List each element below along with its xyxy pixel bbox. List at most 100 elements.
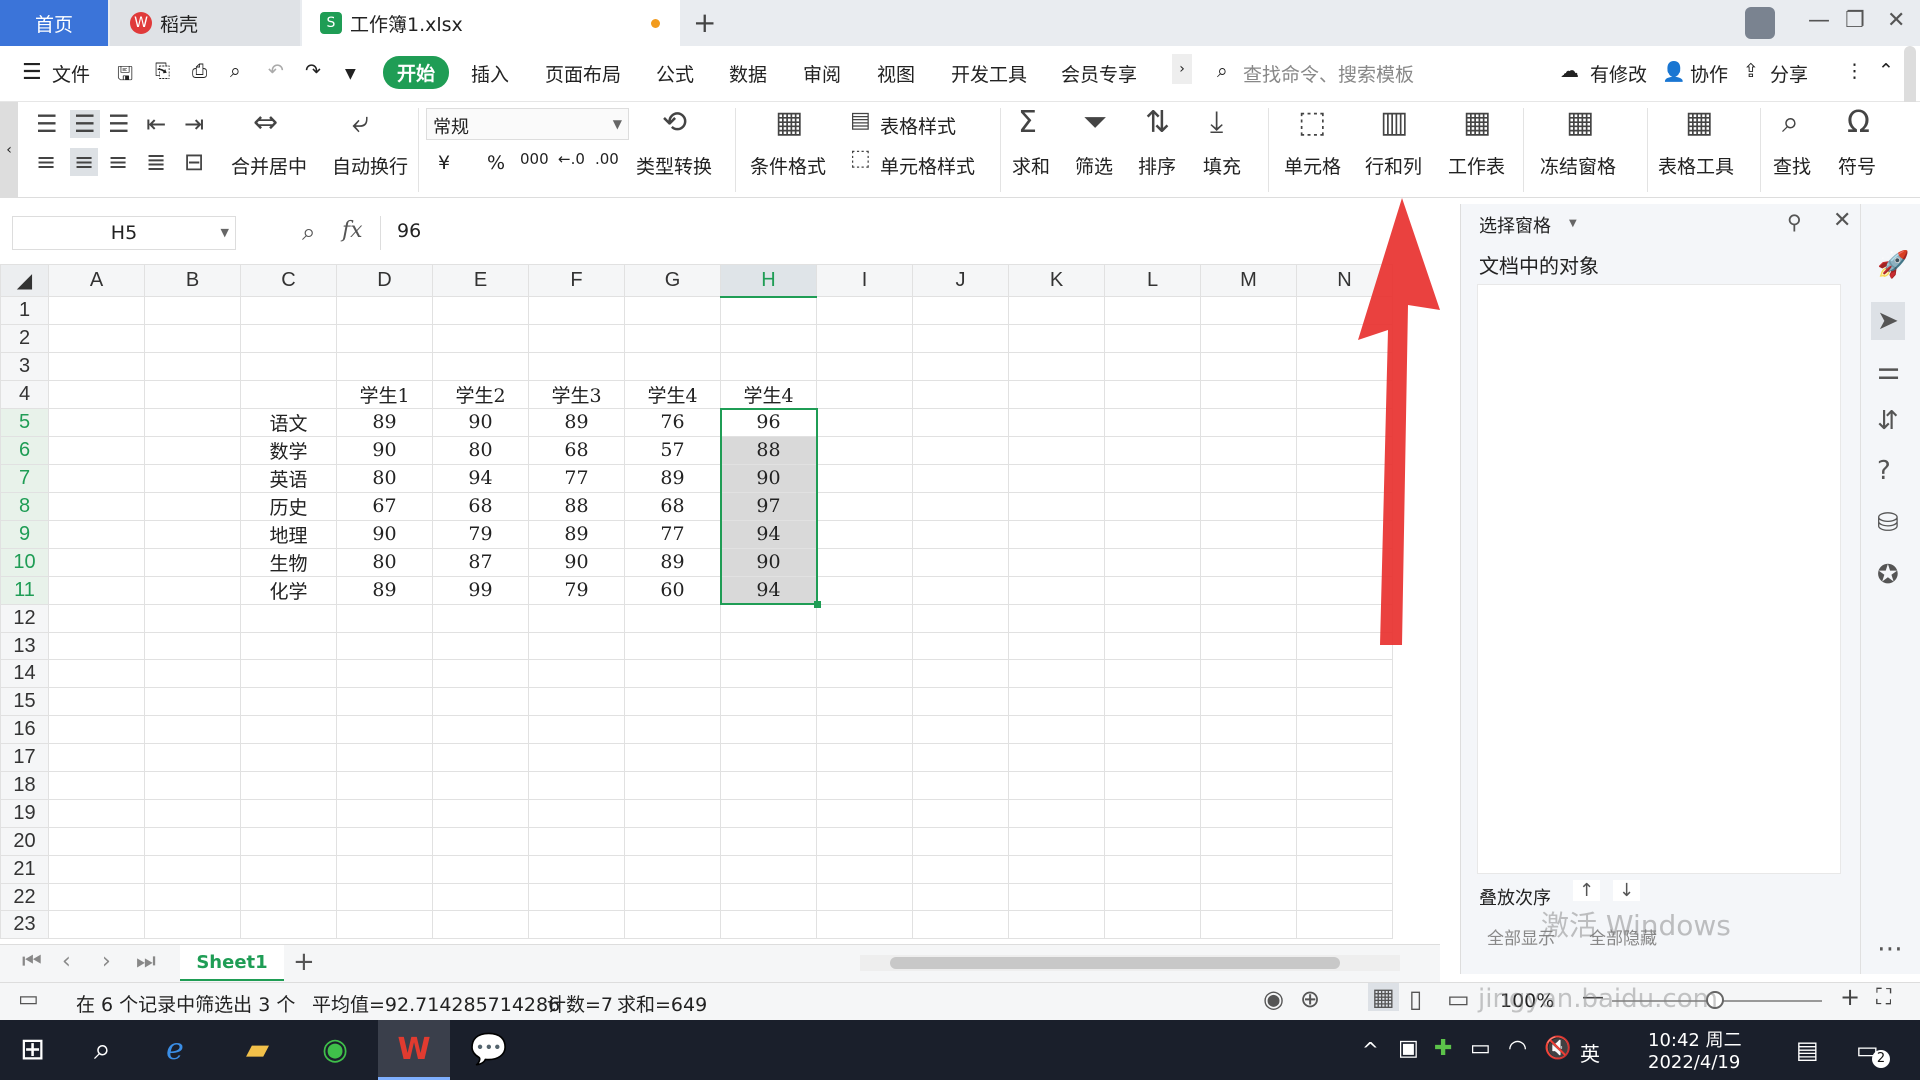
merge-button[interactable]: 合并居中 [231,152,307,179]
justify-icon[interactable]: ≣ [146,150,166,174]
cell[interactable] [1296,771,1393,800]
cell[interactable] [432,826,529,856]
view-mode-icon[interactable]: ⊕ [1300,985,1320,1013]
sum-button[interactable]: 求和 [1012,152,1050,179]
cell[interactable] [48,826,145,856]
cell[interactable] [336,743,433,773]
cell[interactable] [816,603,913,633]
transform-icon[interactable]: ⇵ [1877,406,1899,436]
cell[interactable] [1296,882,1393,912]
cell-score[interactable]: 89 [336,407,433,437]
percent-button[interactable]: % [487,152,505,174]
wifi-icon[interactable]: ◠ [1508,1036,1527,1061]
menu-vip[interactable]: 会员专享 [1061,60,1137,87]
increase-decimal-icon[interactable]: ←.0 [558,150,585,168]
cell-score[interactable]: 68 [528,435,625,465]
cell-score[interactable]: 90 [336,435,433,465]
align-right-icon[interactable]: ≡ [108,150,128,174]
cell[interactable] [912,296,1009,325]
cell[interactable] [144,575,241,605]
cell[interactable] [720,351,817,381]
cell[interactable] [1104,826,1201,856]
cell[interactable] [1200,463,1297,493]
select-cursor-icon[interactable]: ➤ [1871,302,1905,340]
row-header[interactable]: 4 [0,379,49,409]
file-explorer-icon[interactable]: ▰ [246,1032,269,1067]
cell[interactable] [624,631,721,661]
cell[interactable] [624,296,721,325]
clock-time[interactable]: 10:42 周二 [1648,1026,1742,1052]
cell-score[interactable]: 77 [624,519,721,549]
cell[interactable] [816,910,913,940]
cell[interactable] [48,491,145,521]
cell[interactable] [336,687,433,717]
find-button[interactable]: 查找 [1773,152,1811,179]
cell[interactable] [528,771,625,800]
cell-score[interactable]: 68 [624,491,721,521]
cell[interactable] [240,743,337,773]
column-header[interactable]: E [432,264,529,297]
cell[interactable] [336,910,433,940]
freeze-icon[interactable]: ▦ [1566,108,1594,138]
distribute-icon[interactable]: ⊟ [184,150,204,174]
cell[interactable] [1296,826,1393,856]
cell[interactable] [1104,323,1201,353]
cell-student-header[interactable]: 学生4 [624,379,721,409]
fill-handle[interactable] [814,601,821,608]
cell-subject[interactable]: 历史 [240,491,337,521]
cell[interactable] [1200,798,1297,828]
search-taskbar-icon[interactable]: ⌕ [94,1032,111,1067]
cell[interactable] [336,296,433,325]
row-header[interactable]: 10 [0,547,49,577]
browser-360-icon[interactable]: ◉ [322,1032,348,1067]
average-status[interactable]: 平均值=92.714285714286 [312,990,560,1017]
cell[interactable] [1008,491,1105,521]
row-header[interactable]: 11 [0,575,49,605]
cell[interactable] [1008,659,1105,689]
cell[interactable] [528,826,625,856]
cell[interactable] [144,715,241,745]
cell[interactable] [816,296,913,325]
objects-list[interactable] [1477,284,1841,874]
cell[interactable] [48,463,145,493]
cell[interactable] [816,351,913,381]
cell-score[interactable]: 94 [432,463,529,493]
row-header[interactable]: 8 [0,491,49,521]
cell[interactable] [1104,659,1201,689]
cell-score[interactable]: 89 [528,519,625,549]
cell[interactable] [720,659,817,689]
cell[interactable] [912,659,1009,689]
row-header[interactable]: 2 [0,323,49,353]
volume-icon[interactable]: 🔇 [1544,1036,1571,1061]
h-scrollbar-thumb[interactable] [890,957,1340,969]
menu-data[interactable]: 数据 [729,60,767,87]
cell[interactable] [144,351,241,381]
cell-score[interactable]: 89 [624,547,721,577]
cell[interactable] [720,910,817,940]
formula-input[interactable]: 96 [380,216,1460,250]
row-header[interactable]: 17 [0,743,49,773]
cell[interactable] [528,323,625,353]
cell[interactable] [1200,631,1297,661]
cell[interactable] [624,854,721,884]
cell[interactable] [1200,519,1297,549]
cell[interactable] [1008,882,1105,912]
cell[interactable] [144,743,241,773]
restore-icon[interactable]: ❐ [1845,8,1865,33]
cell[interactable] [720,798,817,828]
tab-daoke[interactable]: W 稻壳 [110,0,300,46]
cell[interactable] [144,323,241,353]
cell[interactable] [816,743,913,773]
eye-protect-icon[interactable]: ◉ [1263,985,1284,1013]
rowcol-icon[interactable]: ▥ [1380,108,1408,138]
zoom-formula-icon[interactable]: ⌕ [302,218,315,246]
cell[interactable] [912,798,1009,828]
cell[interactable] [336,631,433,661]
cell[interactable] [816,659,913,689]
cell[interactable] [1200,379,1297,409]
cell[interactable] [336,715,433,745]
row-header[interactable]: 6 [0,435,49,465]
sort-button[interactable]: 排序 [1138,152,1176,179]
cell[interactable] [1200,743,1297,773]
cell[interactable] [816,715,913,745]
